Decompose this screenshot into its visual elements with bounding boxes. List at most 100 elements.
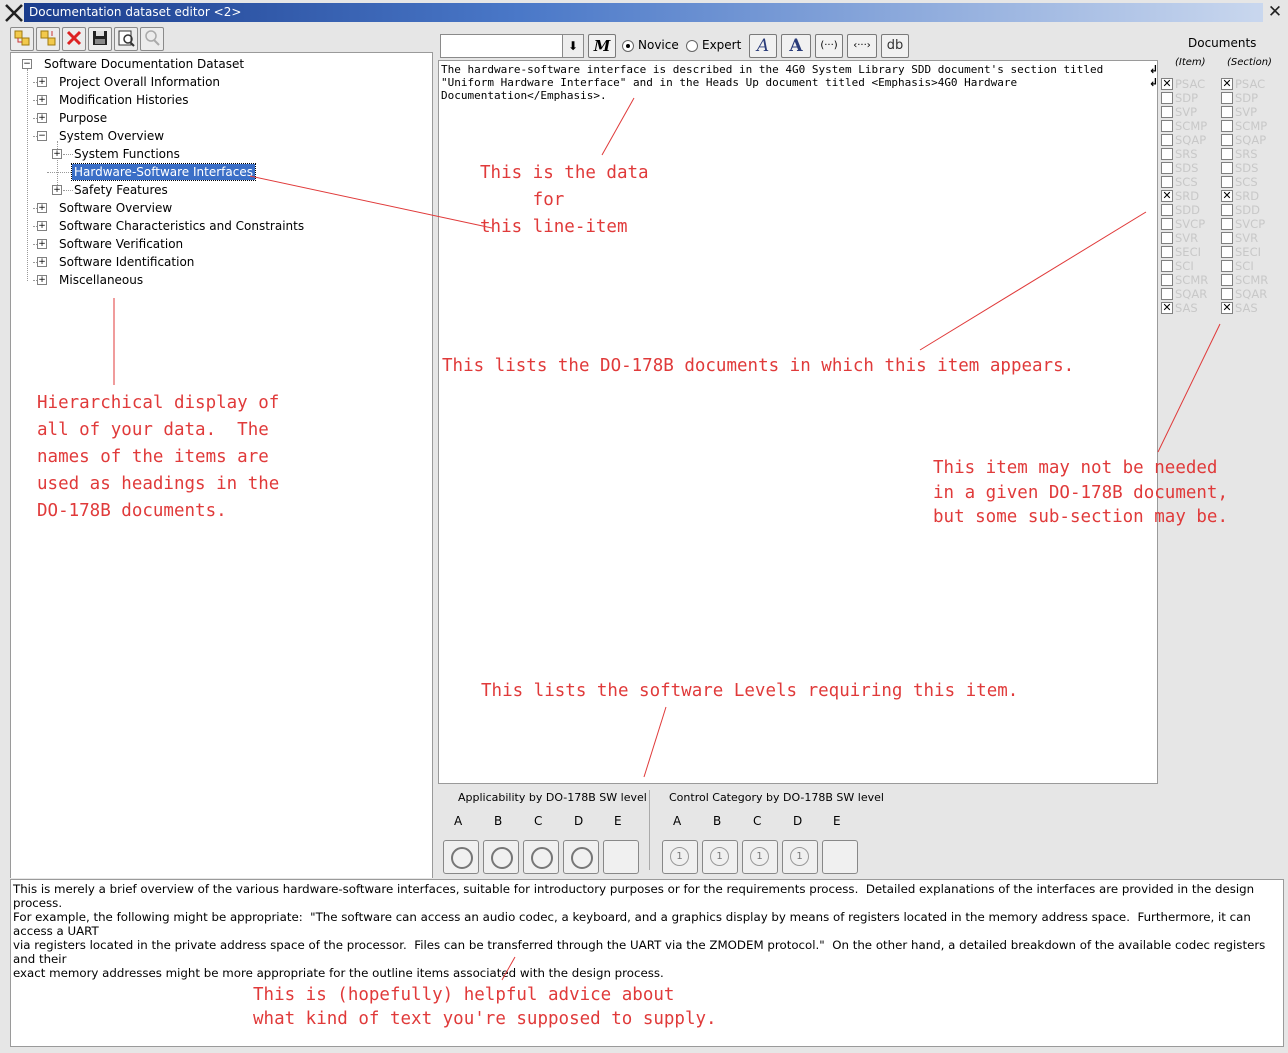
doc-item-label: SRS — [1175, 147, 1198, 161]
doc-section-checkbox[interactable] — [1221, 176, 1233, 188]
save-button[interactable] — [88, 27, 112, 51]
doc-section-checkbox[interactable] — [1221, 134, 1233, 146]
applicability-level-button[interactable] — [523, 840, 559, 874]
add-child-button[interactable] — [10, 27, 34, 51]
novice-radio[interactable] — [622, 40, 634, 52]
expand-toggle[interactable]: + — [52, 149, 62, 159]
expand-toggle[interactable]: + — [37, 257, 47, 267]
editor-text[interactable]: The hardware-software interface is descr… — [441, 63, 1146, 102]
tree-item[interactable]: Modification Histories — [59, 92, 189, 108]
doc-item-label: SDD — [1175, 203, 1201, 217]
doc-item-checkbox[interactable]: ✕ — [1161, 78, 1173, 90]
doc-item-checkbox[interactable] — [1161, 176, 1173, 188]
applicability-level-button[interactable] — [483, 840, 519, 874]
doc-item-label: SDP — [1175, 91, 1199, 105]
doc-section-checkbox[interactable] — [1221, 260, 1233, 272]
expand-toggle[interactable]: + — [37, 275, 47, 285]
tree-item[interactable]: System Functions — [74, 146, 180, 162]
italic-button[interactable]: A — [749, 34, 777, 58]
control-level-button[interactable] — [822, 840, 858, 874]
applicability-level-button[interactable] — [443, 840, 479, 874]
doc-section-checkbox[interactable] — [1221, 120, 1233, 132]
expand-toggle[interactable]: + — [37, 77, 47, 87]
doc-item-checkbox[interactable] — [1161, 92, 1173, 104]
doc-section-checkbox[interactable] — [1221, 204, 1233, 216]
angle-button[interactable]: ‹···› — [847, 34, 877, 58]
control-level-button[interactable]: 1 — [782, 840, 818, 874]
doc-section-checkbox[interactable] — [1221, 288, 1233, 300]
levels-divider — [649, 790, 650, 870]
expand-toggle[interactable]: + — [37, 221, 47, 231]
doc-item-checkbox[interactable] — [1161, 162, 1173, 174]
doc-section-checkbox[interactable] — [1221, 218, 1233, 230]
tree-item[interactable]: Software Identification — [59, 254, 194, 270]
doc-item-checkbox[interactable] — [1161, 232, 1173, 244]
doc-item-label: SVR — [1175, 231, 1199, 245]
doc-section-checkbox[interactable] — [1221, 106, 1233, 118]
tag-select[interactable]: ⬇ — [440, 34, 584, 58]
control-level-letter: D — [793, 814, 803, 828]
applicability-level-button[interactable] — [603, 840, 639, 874]
doc-section-checkbox[interactable] — [1221, 92, 1233, 104]
doc-section-checkbox[interactable] — [1221, 162, 1233, 174]
applicability-level-letter: B — [494, 814, 503, 828]
doc-item-checkbox[interactable] — [1161, 134, 1173, 146]
paren-button[interactable]: (···) — [815, 34, 843, 58]
expand-toggle[interactable]: + — [37, 95, 47, 105]
db-button[interactable]: db — [881, 34, 909, 58]
tree-item[interactable]: Software Verification — [59, 236, 183, 252]
doc-item-checkbox[interactable] — [1161, 260, 1173, 272]
doc-item-checkbox[interactable] — [1161, 106, 1173, 118]
tree-item[interactable]: Project Overall Information — [59, 74, 220, 90]
doc-section-checkbox[interactable] — [1221, 246, 1233, 258]
expand-toggle[interactable]: + — [37, 203, 47, 213]
expand-toggle[interactable]: + — [37, 239, 47, 249]
expert-radio[interactable] — [686, 40, 698, 52]
tree-item[interactable]: Miscellaneous — [59, 272, 143, 288]
doc-item-label: SQAR — [1175, 287, 1208, 301]
doc-item-checkbox[interactable] — [1161, 274, 1173, 286]
doc-section-label: SCMR — [1235, 273, 1269, 287]
doc-item-checkbox[interactable] — [1161, 288, 1173, 300]
doc-section-checkbox[interactable] — [1221, 148, 1233, 160]
doc-item-checkbox[interactable] — [1161, 218, 1173, 230]
preview-button[interactable] — [114, 27, 138, 51]
control-category-icon: 1 — [790, 847, 809, 866]
delete-button[interactable] — [62, 27, 86, 51]
control-level-button[interactable]: 1 — [662, 840, 698, 874]
doc-item-checkbox[interactable] — [1161, 148, 1173, 160]
doc-item-checkbox[interactable] — [1161, 246, 1173, 258]
applicability-level-button[interactable] — [563, 840, 599, 874]
collapse-toggle[interactable]: − — [37, 131, 47, 141]
doc-section-checkbox[interactable]: ✕ — [1221, 78, 1233, 90]
search-button[interactable] — [140, 27, 164, 51]
tree-item[interactable]: System Overview — [59, 128, 164, 144]
doc-section-checkbox[interactable]: ✕ — [1221, 190, 1233, 202]
tree-item[interactable]: Purpose — [59, 110, 107, 126]
tree-item-selected[interactable]: Hardware-Software Interfaces — [71, 163, 256, 181]
doc-item-checkbox[interactable]: ✕ — [1161, 302, 1173, 314]
dropdown-arrow-icon[interactable]: ⬇ — [562, 35, 583, 57]
doc-section-checkbox[interactable]: ✕ — [1221, 302, 1233, 314]
doc-section-label: SRS — [1235, 147, 1258, 161]
collapse-toggle[interactable]: − — [22, 59, 32, 69]
control-level-button[interactable]: 1 — [742, 840, 778, 874]
doc-section-checkbox[interactable] — [1221, 274, 1233, 286]
level-ring-icon — [571, 847, 593, 869]
tree-root[interactable]: Software Documentation Dataset — [44, 56, 244, 72]
tree-item[interactable]: Safety Features — [74, 182, 168, 198]
close-icon[interactable]: ✕ — [1266, 3, 1284, 21]
control-level-button[interactable]: 1 — [702, 840, 738, 874]
doc-section-checkbox[interactable] — [1221, 232, 1233, 244]
doc-item-checkbox[interactable] — [1161, 120, 1173, 132]
doc-item-checkbox[interactable]: ✕ — [1161, 190, 1173, 202]
doc-section-label: SECI — [1235, 245, 1261, 259]
tree-item[interactable]: Software Characteristics and Constraints — [59, 218, 304, 234]
bold-button[interactable]: A — [781, 34, 811, 58]
expand-toggle[interactable]: + — [37, 113, 47, 123]
tree-item[interactable]: Software Overview — [59, 200, 172, 216]
doc-item-checkbox[interactable] — [1161, 204, 1173, 216]
add-sibling-button[interactable] — [36, 27, 60, 51]
markup-button[interactable]: M — [588, 34, 616, 58]
expand-toggle[interactable]: + — [52, 185, 62, 195]
